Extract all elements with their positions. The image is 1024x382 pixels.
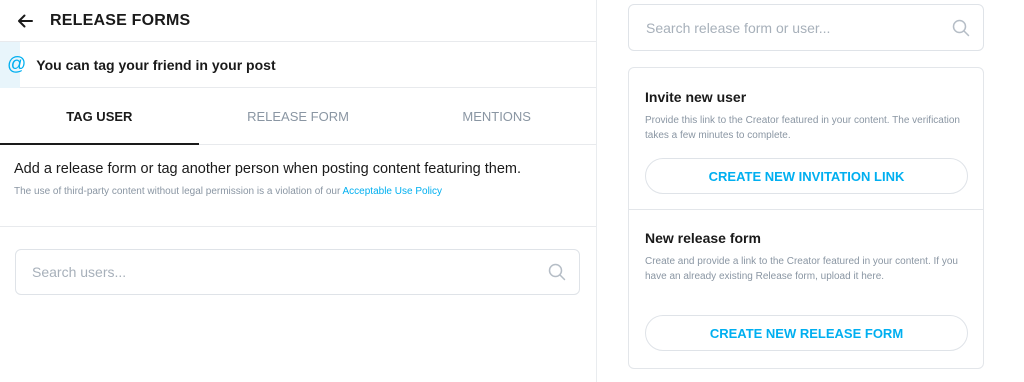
arrow-left-icon: [18, 14, 33, 27]
search-icon: [952, 19, 970, 36]
description-sub-text: The use of third-party content without l…: [14, 186, 343, 197]
description-main: Add a release form or tag another person…: [14, 161, 522, 177]
search-forms-button[interactable]: [951, 18, 971, 38]
invite-title: Invite new user: [645, 89, 747, 105]
new-form-section: New release form Create and provide a li…: [629, 210, 983, 370]
back-button[interactable]: [14, 10, 36, 32]
invite-section: Invite new user Provide this link to the…: [629, 68, 983, 210]
new-form-text: Create and provide a link to the Creator…: [645, 256, 958, 282]
tab-tag-user[interactable]: TAG USER: [0, 88, 199, 145]
invite-text: Provide this link to the Creator feature…: [645, 115, 960, 141]
info-banner: @ You can tag your friend in your post: [0, 42, 596, 88]
new-form-title: New release form: [645, 230, 761, 246]
search-users-box: [15, 249, 580, 295]
banner-text: You can tag your friend in your post: [36, 56, 276, 73]
search-icon: [548, 263, 566, 281]
at-sign-icon: @: [7, 54, 27, 75]
create-invitation-link-button[interactable]: CREATE NEW INVITATION LINK: [645, 158, 968, 194]
description-sub: The use of third-party content without l…: [14, 186, 582, 197]
page-title: RELEASE FORMS: [50, 11, 191, 29]
search-forms-input[interactable]: [646, 19, 951, 36]
tag-description: Add a release form or tag another person…: [0, 145, 596, 227]
tab-mentions[interactable]: MENTIONS: [397, 88, 596, 144]
tab-bar: TAG USER RELEASE FORM MENTIONS: [0, 88, 596, 145]
page-header: RELEASE FORMS: [0, 0, 596, 42]
acceptable-use-policy-link[interactable]: Acceptable Use Policy: [343, 186, 443, 197]
tab-release-form[interactable]: RELEASE FORM: [199, 88, 398, 144]
search-users-button[interactable]: [547, 262, 567, 282]
search-users-input[interactable]: [32, 264, 547, 280]
left-panel: RELEASE FORMS @ You can tag your friend …: [0, 0, 597, 382]
search-forms-box: [628, 4, 984, 51]
release-actions-card: Invite new user Provide this link to the…: [628, 67, 984, 369]
create-release-form-button[interactable]: CREATE NEW RELEASE FORM: [645, 315, 968, 351]
right-panel: Invite new user Provide this link to the…: [598, 0, 1024, 382]
